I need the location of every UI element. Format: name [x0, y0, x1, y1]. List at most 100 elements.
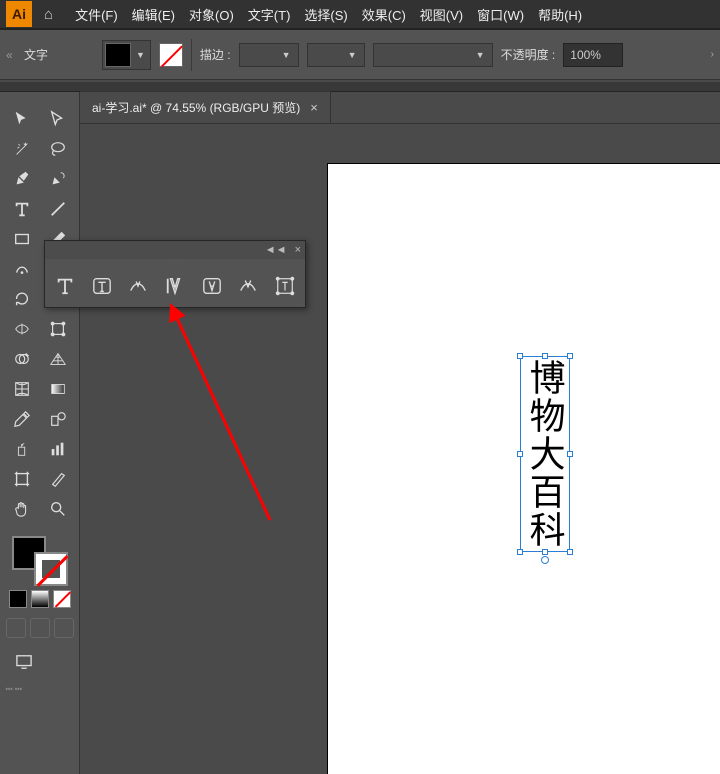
home-icon[interactable]: ⌂	[44, 6, 53, 23]
document-tab[interactable]: ai-学习.ai* @ 74.55% (RGB/GPU 预览) ×	[80, 91, 331, 123]
opacity-value: 100%	[570, 48, 601, 62]
screen-mode-button[interactable]	[6, 648, 42, 676]
fill-swatch-icon	[105, 43, 131, 67]
collapse-icon[interactable]: ◄◄	[265, 244, 287, 256]
selection-handle[interactable]	[542, 549, 548, 555]
pen-tool[interactable]	[4, 164, 40, 194]
menu-type[interactable]: 文字(T)	[248, 5, 291, 24]
hand-tool[interactable]	[4, 494, 40, 524]
area-type-tool[interactable]	[90, 273, 115, 299]
type-tool-flyout-panel: ◄◄ × ::::::	[44, 240, 306, 308]
flyout-header[interactable]: ◄◄ ×	[45, 241, 305, 259]
mesh-tool[interactable]	[4, 374, 40, 404]
chevron-down-icon: ▼	[133, 50, 148, 60]
shaper-tool[interactable]	[4, 254, 40, 284]
stroke-swatch[interactable]	[34, 552, 68, 586]
lasso-tool[interactable]	[40, 134, 76, 164]
menu-edit[interactable]: 编辑(E)	[132, 5, 175, 24]
opacity-input[interactable]: 100%	[563, 43, 623, 67]
selected-text-frame[interactable]: 博物大百科	[520, 356, 570, 552]
free-transform-tool[interactable]	[40, 314, 76, 344]
chevron-down-icon: ▼	[279, 50, 294, 60]
rectangle-tool[interactable]	[4, 224, 40, 254]
grip-icon[interactable]: ::::::	[5, 94, 75, 104]
selection-handle[interactable]	[517, 549, 523, 555]
draw-normal-button[interactable]	[6, 618, 26, 638]
tools-panel: ::::::	[0, 92, 80, 774]
stroke-none-icon[interactable]	[159, 43, 183, 67]
grip-icon[interactable]: ::::::	[45, 259, 305, 267]
column-graph-tool[interactable]	[40, 434, 76, 464]
gradient-button[interactable]	[31, 590, 49, 608]
selection-tool[interactable]	[4, 104, 40, 134]
touch-type-tool[interactable]	[272, 273, 297, 299]
slice-tool[interactable]	[40, 464, 76, 494]
selection-handle[interactable]	[517, 353, 523, 359]
curvature-tool[interactable]	[40, 164, 76, 194]
menu-effect[interactable]: 效果(C)	[362, 5, 406, 24]
symbol-sprayer-tool[interactable]	[4, 434, 40, 464]
type-tool[interactable]	[4, 194, 40, 224]
chevron-down-icon: ▼	[473, 50, 488, 60]
color-mode-row	[6, 590, 74, 608]
menu-view[interactable]: 视图(V)	[420, 5, 463, 24]
caret-right-icon[interactable]: ›	[711, 49, 714, 60]
collapse-icon[interactable]: «	[6, 48, 16, 62]
menu-help[interactable]: 帮助(H)	[538, 5, 582, 24]
selection-handle[interactable]	[567, 353, 573, 359]
zoom-tool[interactable]	[40, 494, 76, 524]
tool-grid	[4, 104, 76, 524]
menu-select[interactable]: 选择(S)	[304, 5, 347, 24]
flyout-tools	[45, 267, 305, 307]
magic-wand-tool[interactable]	[4, 134, 40, 164]
menu-window[interactable]: 窗口(W)	[477, 5, 524, 24]
menu-file[interactable]: 文件(F)	[75, 5, 118, 24]
stroke-label[interactable]: 描边 :	[200, 46, 231, 63]
brush-profile-select[interactable]: ▼	[307, 43, 365, 67]
line-segment-tool[interactable]	[40, 194, 76, 224]
menu-items: 文件(F) 编辑(E) 对象(O) 文字(T) 选择(S) 效果(C) 视图(V…	[75, 5, 582, 24]
vertical-area-type-tool[interactable]	[199, 273, 224, 299]
gradient-tool[interactable]	[40, 374, 76, 404]
type-tool[interactable]	[53, 273, 78, 299]
selection-handle[interactable]	[542, 353, 548, 359]
brush-definition-select[interactable]: ▼	[373, 43, 493, 67]
draw-behind-button[interactable]	[30, 618, 50, 638]
tools-overflow-button[interactable]: ┅┅	[6, 682, 74, 696]
vertical-type-tool[interactable]	[163, 273, 188, 299]
canvas[interactable]: 博物大百科	[80, 124, 720, 774]
close-icon[interactable]: ×	[310, 100, 318, 115]
main-area: ::::::	[0, 92, 720, 774]
selection-handle[interactable]	[567, 549, 573, 555]
shape-builder-tool[interactable]	[4, 344, 40, 374]
artboard-tool[interactable]	[4, 464, 40, 494]
type-on-path-tool[interactable]	[126, 273, 151, 299]
close-icon[interactable]: ×	[295, 244, 301, 256]
control-bar: « 文字 ▼ 描边 : ▼ ▼ ▼ 不透明度 : 100% ›	[0, 30, 720, 80]
width-tool[interactable]	[4, 314, 40, 344]
none-color-button[interactable]	[53, 590, 71, 608]
draw-inside-button[interactable]	[54, 618, 74, 638]
document-tabs: ai-学习.ai* @ 74.55% (RGB/GPU 预览) ×	[80, 92, 720, 124]
menu-object[interactable]: 对象(O)	[189, 5, 234, 24]
text-out-port[interactable]	[541, 556, 549, 564]
eyedropper-tool[interactable]	[4, 404, 40, 434]
solid-color-button[interactable]	[9, 590, 27, 608]
app-logo: Ai	[6, 1, 32, 27]
vertical-type-on-path-tool[interactable]	[236, 273, 261, 299]
rotate-tool[interactable]	[4, 284, 40, 314]
chevron-down-icon: ▼	[345, 50, 360, 60]
fill-color-button[interactable]: ▼	[102, 40, 151, 70]
workspace: ai-学习.ai* @ 74.55% (RGB/GPU 预览) × 博物大百科	[80, 92, 720, 774]
blend-tool[interactable]	[40, 404, 76, 434]
opacity-label[interactable]: 不透明度 :	[501, 46, 556, 63]
fill-stroke-swatches[interactable]	[12, 536, 68, 586]
draw-mode-row	[6, 618, 74, 638]
direct-selection-tool[interactable]	[40, 104, 76, 134]
selection-handle[interactable]	[567, 451, 573, 457]
perspective-grid-tool[interactable]	[40, 344, 76, 374]
stroke-weight-select[interactable]: ▼	[239, 43, 299, 67]
vertical-text: 博物大百科	[524, 359, 564, 549]
selection-handle[interactable]	[517, 451, 523, 457]
color-picker-section: ┅┅	[6, 530, 74, 704]
